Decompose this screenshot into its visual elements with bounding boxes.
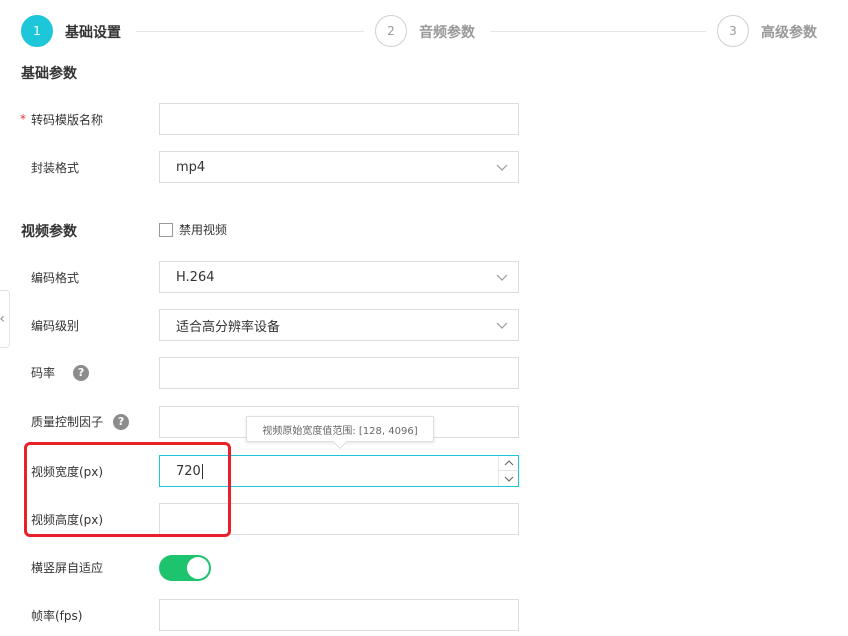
tooltip-arrow: [332, 434, 348, 450]
container-format-value: mp4: [176, 159, 206, 175]
adaptive-label: 横竖屏自适应: [31, 561, 104, 575]
stepper-up-icon[interactable]: [499, 456, 518, 471]
toggle-knob: [187, 557, 209, 579]
chevron-left-icon: ‹: [0, 311, 5, 327]
fps-label: 帧率(fps): [31, 609, 83, 623]
step-3-circle[interactable]: 3: [717, 15, 749, 47]
disable-video-checkbox[interactable]: 禁用视频: [159, 221, 227, 238]
container-format-select[interactable]: mp4: [159, 151, 519, 183]
chevron-down-icon: [496, 319, 508, 331]
template-name-label: 转码模版名称: [31, 113, 104, 127]
fps-input[interactable]: [159, 599, 519, 631]
help-icon[interactable]: ?: [73, 364, 90, 381]
bitrate-label-text: 码率: [31, 366, 56, 380]
collapse-handle[interactable]: ‹: [0, 290, 10, 348]
step-2-circle[interactable]: 2: [375, 15, 407, 47]
crf-label: 质量控制因子 ?: [31, 413, 130, 430]
chevron-down-icon: [496, 161, 508, 173]
width-range-tooltip: 视频原始宽度值范围: [128, 4096]: [246, 416, 434, 450]
steps-bar: 1 基础设置 2 音频参数 3 高级参数: [0, 0, 848, 64]
required-mark: *: [20, 112, 26, 126]
bitrate-label: 码率 ?: [31, 364, 90, 381]
stepper-down-icon[interactable]: [499, 471, 518, 486]
step-2-label[interactable]: 音频参数: [419, 22, 475, 42]
codec-label: 编码格式: [31, 271, 80, 285]
step-connector: [490, 31, 706, 32]
video-params-title: 视频参数: [21, 224, 77, 240]
disable-video-label: 禁用视频: [179, 223, 228, 237]
crf-label-text: 质量控制因子: [31, 415, 104, 429]
codec-value: H.264: [176, 269, 215, 285]
step-3-label[interactable]: 高级参数: [761, 22, 817, 42]
number-stepper[interactable]: [498, 456, 518, 486]
template-name-input[interactable]: [159, 103, 519, 135]
annotation-highlight-box: [24, 442, 231, 537]
step-connector: [136, 31, 364, 32]
container-format-label: 封装格式: [31, 161, 80, 175]
profile-select[interactable]: 适合高分辨率设备: [159, 309, 519, 341]
profile-label: 编码级别: [31, 319, 80, 333]
basic-params-title: 基础参数: [21, 66, 77, 82]
step-1-label: 基础设置: [65, 25, 121, 41]
step-1-circle: 1: [21, 15, 53, 47]
codec-select[interactable]: H.264: [159, 261, 519, 293]
bitrate-input[interactable]: [159, 357, 519, 389]
chevron-down-icon: [496, 271, 508, 283]
profile-value: 适合高分辨率设备: [176, 319, 281, 335]
checkbox-box[interactable]: [159, 222, 173, 237]
help-icon[interactable]: ?: [113, 413, 130, 430]
adaptive-toggle[interactable]: [159, 555, 211, 581]
